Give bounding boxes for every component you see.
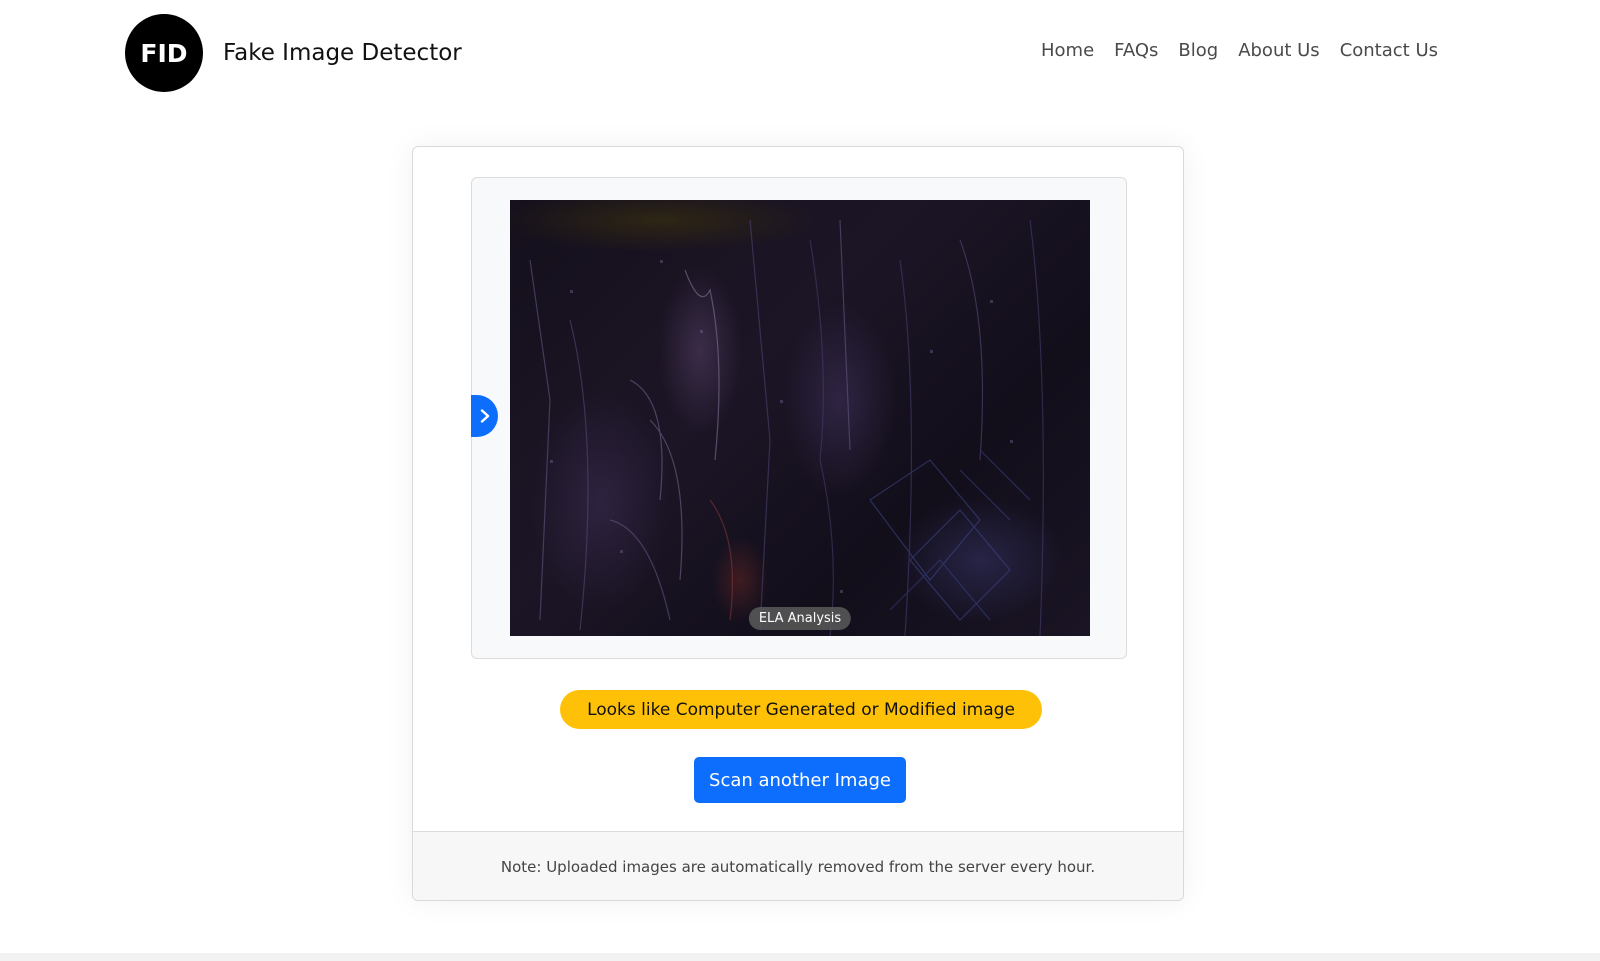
nav-blog[interactable]: Blog <box>1178 40 1218 61</box>
page-bottom-strip <box>0 953 1600 961</box>
image-viewer: ELA Analysis <box>471 177 1127 659</box>
ela-texture <box>529 219 1044 636</box>
footer-note: Note: Uploaded images are automatically … <box>500 858 1096 876</box>
result-badge: Looks like Computer Generated or Modifie… <box>560 690 1042 729</box>
nav-links: Home FAQs Blog About Us Contact Us <box>1041 40 1438 61</box>
card-footer: Note: Uploaded images are automatically … <box>413 831 1183 900</box>
navbar: FID Fake Image Detector Home FAQs Blog A… <box>0 0 1600 106</box>
nav-about-us[interactable]: About Us <box>1238 40 1320 61</box>
scan-another-image-button[interactable]: Scan another Image <box>694 757 906 803</box>
brand-link[interactable]: FID Fake Image Detector <box>125 14 462 92</box>
nav-contact-us[interactable]: Contact Us <box>1340 40 1438 61</box>
chevron-right-icon <box>480 409 489 423</box>
brand-name: Fake Image Detector <box>223 40 462 66</box>
image-toggle-button[interactable] <box>471 395 498 437</box>
result-card: ELA Analysis Looks like Computer Generat… <box>412 146 1184 901</box>
ela-analysis-image: ELA Analysis <box>510 200 1090 636</box>
fid-logo: FID <box>125 14 203 92</box>
nav-home[interactable]: Home <box>1041 40 1094 61</box>
ela-analysis-label: ELA Analysis <box>748 607 852 630</box>
nav-faqs[interactable]: FAQs <box>1114 40 1158 61</box>
